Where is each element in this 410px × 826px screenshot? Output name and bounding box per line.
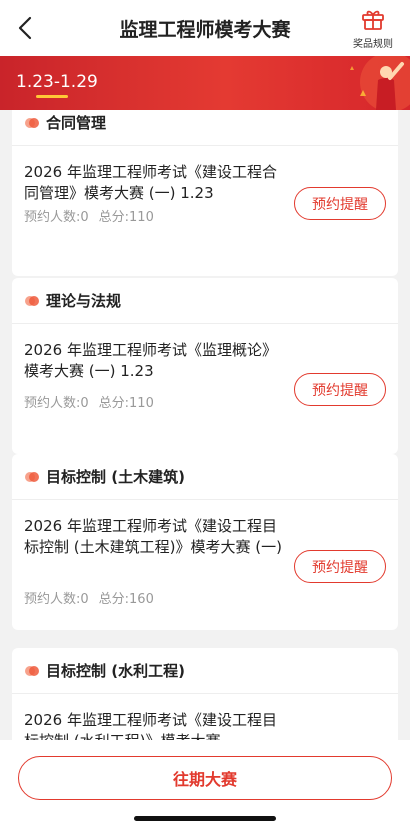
contest-card: 理论与法规 2026 年监理工程师考试《监理概论》模考大赛 (一) 1.23 预…: [12, 278, 398, 454]
exam-meta: 预约人数:0 总分:110: [24, 206, 154, 225]
gift-icon: [362, 10, 384, 30]
exam-title: 2026 年监理工程师考试《建设工程目标控制 (水利工程)》模考大赛: [24, 711, 277, 740]
total-score: 总分:110: [98, 210, 154, 225]
category-title: 目标控制 (土木建筑): [46, 468, 185, 486]
prize-rules-button[interactable]: 奖品规则: [346, 6, 400, 52]
exam-meta: 预约人数:0 总分:160: [24, 588, 154, 607]
contest-card: 目标控制 (土木建筑) 2026 年监理工程师考试《建设工程目标控制 (土木建筑…: [12, 454, 398, 630]
contest-card: 合同管理 2026 年监理工程师考试《建设工程合同管理》模考大赛 (一) 1.2…: [12, 110, 398, 276]
week-banner: 1.23-1.29: [0, 56, 410, 110]
bottom-bar: 往期大赛: [0, 740, 410, 826]
category-title: 目标控制 (水利工程): [46, 662, 185, 680]
card-header: 理论与法规: [12, 278, 398, 324]
reminder-button[interactable]: 预约提醒: [294, 373, 386, 406]
reservation-count: 预约人数:0: [24, 592, 89, 607]
exam-meta: 预约人数:0 总分:110: [24, 392, 154, 411]
total-score: 总分:110: [98, 396, 154, 411]
week-tab-active[interactable]: 1.23-1.29: [16, 72, 98, 92]
category-dot-icon: [25, 472, 39, 482]
category-dot-icon: [25, 118, 39, 128]
contest-card: 目标控制 (水利工程) 2026 年监理工程师考试《建设工程目标控制 (水利工程…: [12, 648, 398, 740]
reminder-button[interactable]: 预约提醒: [294, 187, 386, 220]
card-header: 合同管理: [12, 110, 398, 146]
contest-list[interactable]: 合同管理 2026 年监理工程师考试《建设工程合同管理》模考大赛 (一) 1.2…: [12, 110, 398, 740]
category-dot-icon: [25, 296, 39, 306]
past-contests-button[interactable]: 往期大赛: [18, 756, 392, 800]
exam-title: 2026 年监理工程师考试《建设工程合同管理》模考大赛 (一) 1.23: [24, 163, 277, 202]
total-score: 总分:160: [98, 592, 154, 607]
banner-illustration: [350, 56, 410, 110]
category-dot-icon: [25, 666, 39, 676]
exam-title: 2026 年监理工程师考试《监理概论》模考大赛 (一) 1.23: [24, 341, 277, 380]
top-nav-bar: 监理工程师模考大赛 奖品规则: [0, 0, 410, 56]
week-tab-underline: [36, 95, 68, 98]
home-indicator[interactable]: [134, 816, 276, 821]
card-header: 目标控制 (水利工程): [12, 648, 398, 694]
exam-title: 2026 年监理工程师考试《建设工程目标控制 (土木建筑工程)》模考大赛 (一): [24, 517, 282, 556]
reservation-count: 预约人数:0: [24, 396, 89, 411]
prize-rules-label: 奖品规则: [353, 39, 393, 50]
reservation-count: 预约人数:0: [24, 210, 89, 225]
category-title: 合同管理: [46, 114, 107, 132]
category-title: 理论与法规: [46, 292, 122, 310]
card-header: 目标控制 (土木建筑): [12, 454, 398, 500]
reminder-button[interactable]: 预约提醒: [294, 550, 386, 583]
